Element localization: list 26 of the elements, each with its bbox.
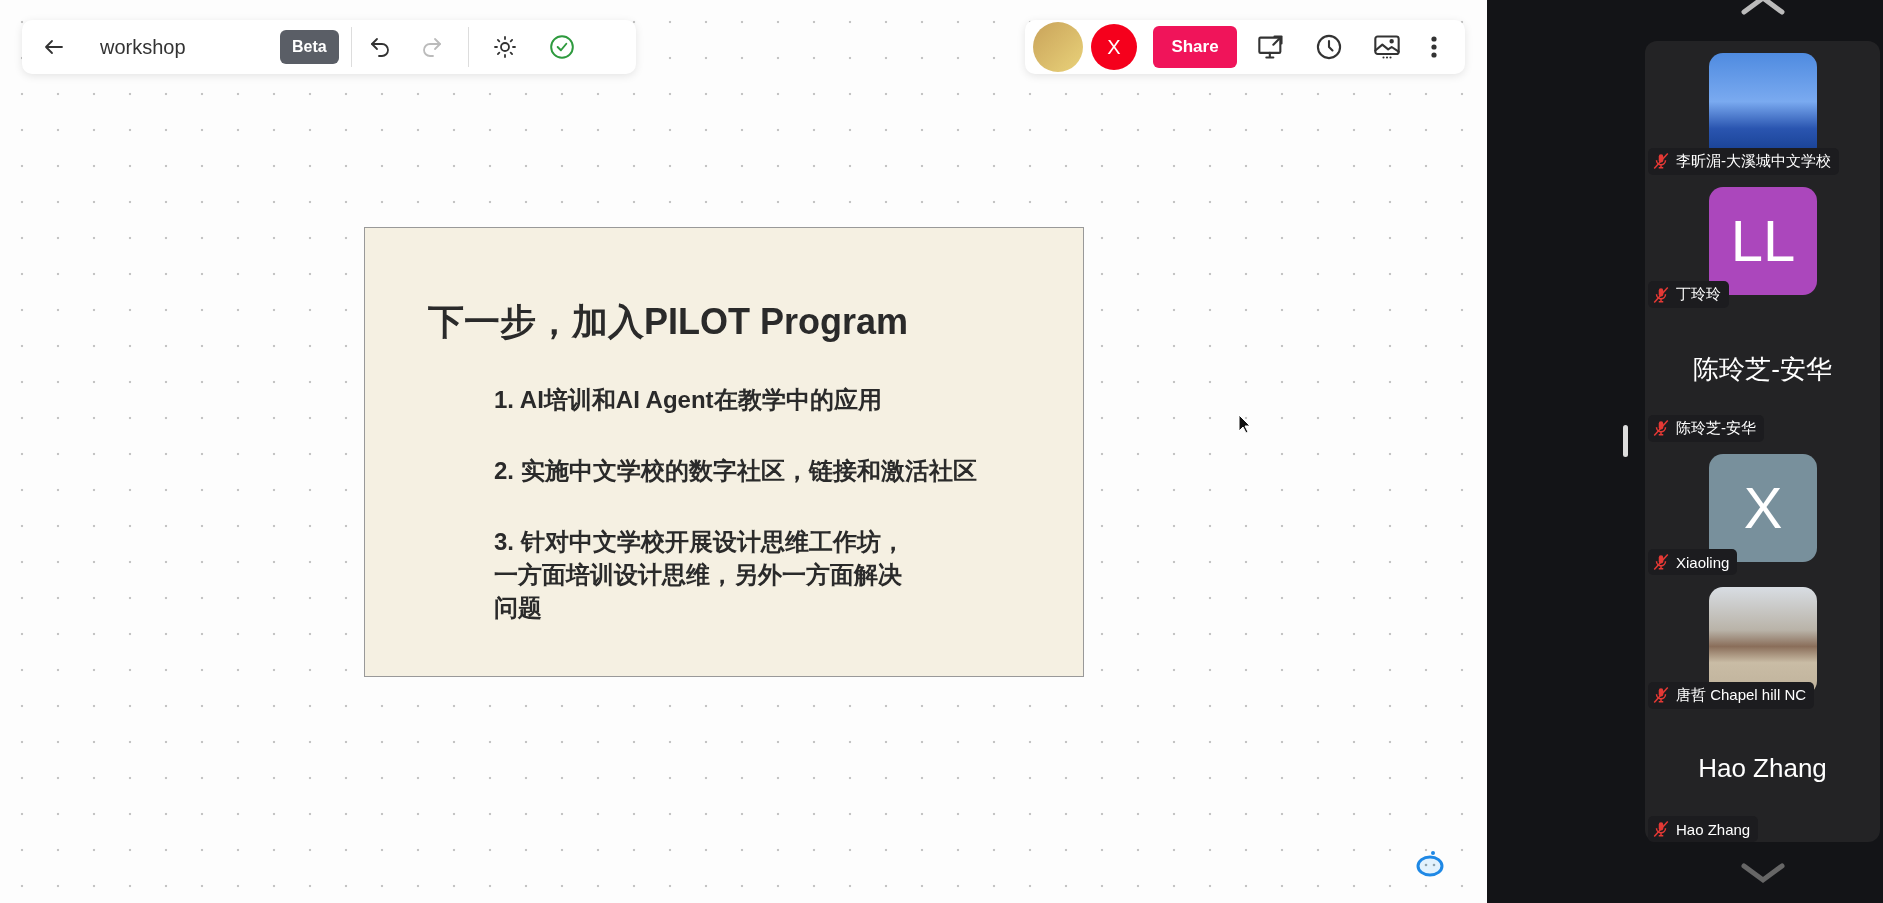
board-title[interactable]: workshop (100, 35, 280, 59)
share-button[interactable]: Share (1153, 26, 1237, 68)
robot-icon[interactable] (1414, 850, 1446, 878)
chevron-up-icon[interactable] (1740, 0, 1786, 16)
chevron-down-icon[interactable] (1740, 862, 1786, 884)
check-circle-icon (548, 34, 575, 60)
slide-list-item: 2. 实施中文学校的数字社区，链接和激活社区 (494, 456, 977, 486)
mouse-cursor-icon (1238, 414, 1252, 434)
participant-display-name: 陈玲芝-安华 (1692, 353, 1833, 386)
monitor-arrow-icon (1257, 33, 1285, 61)
participant-name-label: Hao Zhang (1648, 816, 1759, 842)
user-initial-avatar[interactable]: X (1091, 24, 1137, 70)
sun-icon (492, 35, 517, 59)
beta-badge: Beta (280, 30, 339, 64)
participant-name-label: 陈玲芝-安华 (1648, 414, 1764, 442)
participant-name-label: 李昕湄-大溪城中文学校 (1648, 147, 1839, 175)
scrollbar-thumb[interactable] (1623, 425, 1628, 457)
participant-name-label: 唐哲 Chapel hill NC (1648, 681, 1815, 709)
slide-list-item: 1. AI培训和AI Agent在教学中的应用 (494, 385, 882, 415)
slide-list-item: 3. 针对中文学校开展设计思维工作坊， 一方面培训设计思维，另外一方面解决 问题 (494, 527, 905, 623)
slide-card[interactable]: 下一步，加入PILOT Program 1. AI培训和AI Agent在教学中的应用 2. 实施中文学校的数字社区，链接和激活社区 3. 针对中文学校开展设计思维工作坊， 一方面培训设计思维，另外一方面解决 问题 (364, 227, 1084, 677)
vertical-dots-icon (1431, 36, 1437, 58)
slide-title: 下一步，加入PILOT Program (428, 300, 910, 344)
clock-icon (1315, 33, 1343, 61)
participant-display-name: Hao Zhang (1697, 752, 1828, 784)
image-icon (1373, 33, 1401, 61)
